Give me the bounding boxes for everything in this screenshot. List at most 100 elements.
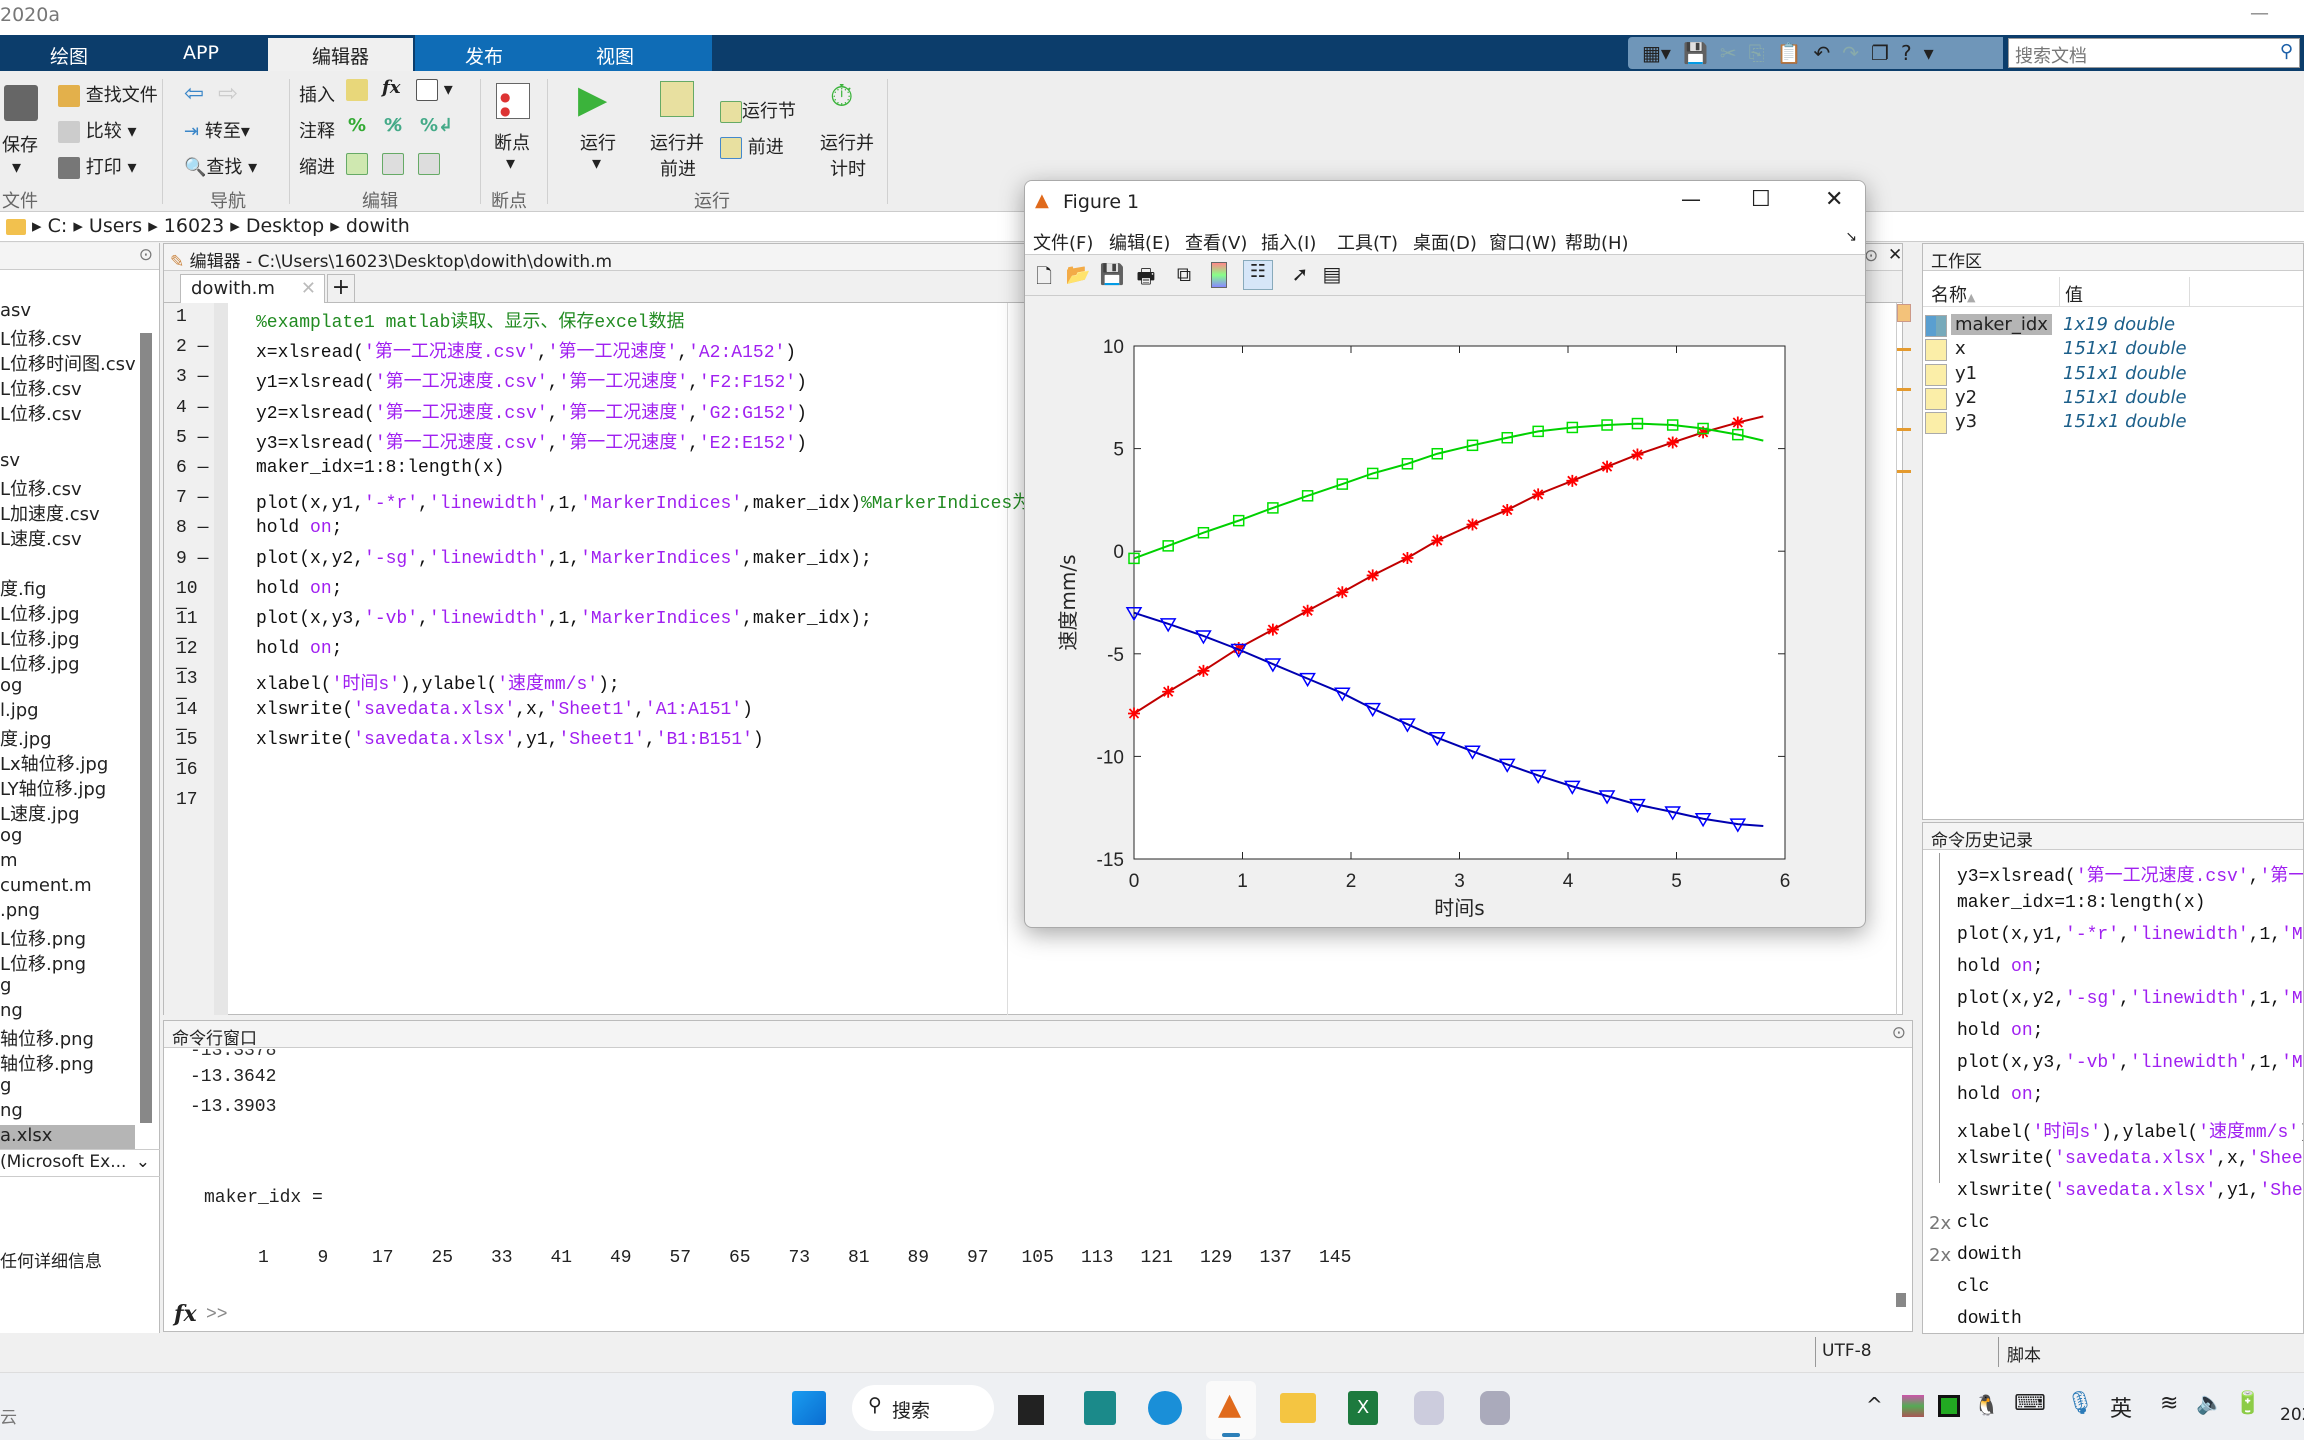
copy-icon[interactable]: ⎘: [1749, 41, 1765, 65]
workspace-row[interactable]: y2 151x1 double: [1925, 387, 2295, 411]
switch-windows-icon[interactable]: ❐: [1871, 41, 1889, 65]
file-item[interactable]: Lx轴位移.jpg: [0, 750, 135, 775]
workspace-row[interactable]: x 151x1 double: [1925, 338, 2295, 362]
file-item[interactable]: 度.fig: [0, 575, 135, 600]
code-line[interactable]: plot(x,y2,'-sg','linewidth',1,'MarkerInd…: [256, 549, 872, 569]
goto-button[interactable]: ⇥ 转至▾: [184, 117, 250, 143]
compare-button[interactable]: 比较 ▾: [58, 117, 137, 143]
colorbar-icon[interactable]: [1211, 262, 1227, 288]
warning-marker[interactable]: [1897, 388, 1911, 391]
figure-menu-item[interactable]: 工具(T): [1337, 229, 1398, 255]
tab-view[interactable]: 视图: [596, 42, 634, 69]
taskbar-search-button[interactable]: ⚲ 搜索: [852, 1385, 994, 1431]
increase-indent-icon[interactable]: [382, 153, 404, 175]
file-item[interactable]: asv: [0, 300, 135, 325]
panel-menu-icon[interactable]: ⊙: [1892, 1023, 1906, 1043]
breadcrumb-drive[interactable]: C:: [48, 215, 68, 237]
save-dropdown-icon[interactable]: ▾: [12, 157, 21, 178]
comment-percent-icon[interactable]: %: [348, 115, 366, 136]
history-item[interactable]: clc: [1957, 1213, 2303, 1233]
code-line[interactable]: plot(x,y3,'-vb','linewidth',1,'MarkerInd…: [256, 609, 872, 629]
nvidia-icon[interactable]: [1938, 1395, 1960, 1417]
history-item[interactable]: y3=xlsread('第一工况速度.csv','第一: [1957, 861, 2303, 887]
file-item[interactable]: L位移.png: [0, 950, 135, 975]
file-details-header[interactable]: (Microsoft Ex... ⌄: [0, 1149, 160, 1177]
code-line[interactable]: hold on;: [256, 518, 342, 538]
figure-menu-item[interactable]: 编辑(E): [1109, 229, 1170, 255]
history-item[interactable]: xlswrite('savedata.xlsx',x,'Sheet1': [1957, 1149, 2303, 1169]
minimize-icon[interactable]: —: [2250, 2, 2269, 24]
chevron-down-icon[interactable]: ⌄: [136, 1152, 150, 1172]
save-icon[interactable]: [4, 85, 38, 121]
search-docs-input[interactable]: 搜索文档 ⚲: [2008, 38, 2300, 68]
file-item[interactable]: og: [0, 825, 135, 850]
microphone-icon[interactable]: 🎙: [2066, 1391, 2094, 1416]
wifi-icon[interactable]: ≋: [2160, 1391, 2178, 1416]
column-name[interactable]: 名称▲: [1931, 281, 1975, 307]
code-line[interactable]: plot(x,y1,'-*r','linewidth',1,'MarkerInd…: [256, 488, 1084, 514]
matlab-taskbar-button[interactable]: ▲: [1206, 1381, 1256, 1439]
code-line[interactable]: hold on;: [256, 579, 342, 599]
legend-icon[interactable]: ☷: [1243, 260, 1273, 290]
battery-icon[interactable]: 🔋: [2234, 1391, 2261, 1416]
maximize-icon[interactable]: ☐: [1751, 187, 1771, 212]
figure-menu-item[interactable]: 窗口(W): [1489, 229, 1557, 255]
run-advance-button[interactable]: 运行并 前进: [650, 129, 704, 181]
file-item[interactable]: [0, 425, 135, 450]
file-item[interactable]: 轴位移.png: [0, 1025, 135, 1050]
insert-function-icon[interactable]: ▾: [416, 79, 453, 101]
help-icon[interactable]: ?: [1901, 41, 1912, 65]
history-item[interactable]: dowith: [1957, 1309, 2303, 1329]
undo-icon[interactable]: ↶: [1814, 41, 1831, 65]
print-button[interactable]: 打印 ▾: [58, 153, 137, 179]
run-and-time-button[interactable]: 运行并 计时: [820, 129, 874, 181]
fx-function-browser-icon[interactable]: fx: [174, 1301, 197, 1327]
show-hidden-icons[interactable]: ^: [1866, 1393, 1883, 1417]
breadcrumb-users[interactable]: Users: [89, 215, 142, 237]
history-item[interactable]: hold on;: [1957, 1021, 2303, 1041]
file-item[interactable]: ng: [0, 1000, 135, 1025]
qq-icon[interactable]: 🐧: [1974, 1393, 1999, 1417]
find-button[interactable]: 🔍查找 ▾: [184, 153, 257, 179]
advance-button[interactable]: 前进: [720, 133, 784, 159]
history-item[interactable]: plot(x,y3,'-vb','linewidth',1,'Mark: [1957, 1053, 2303, 1073]
file-item[interactable]: m: [0, 850, 135, 875]
file-item[interactable]: 轴位移.png: [0, 1050, 135, 1075]
workspace-row[interactable]: y3 151x1 double: [1925, 411, 2295, 435]
save-button[interactable]: 保存: [2, 131, 38, 157]
command-prompt[interactable]: >>: [206, 1305, 228, 1325]
close-tab-icon[interactable]: ✕: [301, 278, 316, 299]
paste-icon[interactable]: 📋: [1777, 41, 1802, 65]
run-advance-icon[interactable]: [660, 81, 694, 117]
command-scrollbar[interactable]: [1896, 1293, 1906, 1307]
layout-icon[interactable]: ▦▾: [1642, 41, 1671, 65]
history-item[interactable]: xlswrite('savedata.xlsx',y1,'Sheet1: [1957, 1181, 2303, 1201]
insert-section-icon[interactable]: [346, 79, 368, 101]
find-files-button[interactable]: 查找文件: [58, 81, 158, 107]
save-icon[interactable]: 💾: [1683, 41, 1708, 65]
figure-title-bar[interactable]: ▲ Figure 1 — ☐ ✕: [1025, 181, 1865, 225]
volume-icon[interactable]: 🔈: [2196, 1391, 2223, 1416]
warning-marker[interactable]: [1897, 348, 1911, 351]
code-line[interactable]: y1=xlsread('第一工况速度.csv','第一工况速度','F2:F15…: [256, 367, 807, 393]
app-icon[interactable]: [1414, 1391, 1444, 1425]
file-item[interactable]: L位移.jpg: [0, 625, 135, 650]
tray-app-icon[interactable]: [1902, 1395, 1924, 1417]
edge-browser-icon[interactable]: [1148, 1391, 1182, 1425]
file-item[interactable]: L位移.csv: [0, 400, 135, 425]
file-item[interactable]: L加速度.csv: [0, 500, 135, 525]
code-line[interactable]: y3=xlsread('第一工况速度.csv','第一工况速度','E2:E15…: [256, 428, 807, 454]
back-icon[interactable]: ⇦: [184, 79, 204, 107]
figure-menu-item[interactable]: 插入(I): [1261, 229, 1316, 255]
file-item[interactable]: L位移.csv: [0, 475, 135, 500]
breakpoint-icon[interactable]: ● ●: [496, 83, 530, 119]
file-item[interactable]: L位移.jpg: [0, 600, 135, 625]
file-item[interactable]: L速度.csv: [0, 525, 135, 550]
file-list-scrollbar[interactable]: [140, 333, 152, 1123]
history-item[interactable]: hold on;: [1957, 957, 2303, 977]
pointer-icon[interactable]: ➚: [1287, 262, 1313, 288]
close-editor-icon[interactable]: ✕: [1888, 245, 1902, 265]
file-item[interactable]: LY轴位移.jpg: [0, 775, 135, 800]
smart-indent-icon[interactable]: [346, 153, 368, 175]
file-item[interactable]: L位移.csv: [0, 375, 135, 400]
